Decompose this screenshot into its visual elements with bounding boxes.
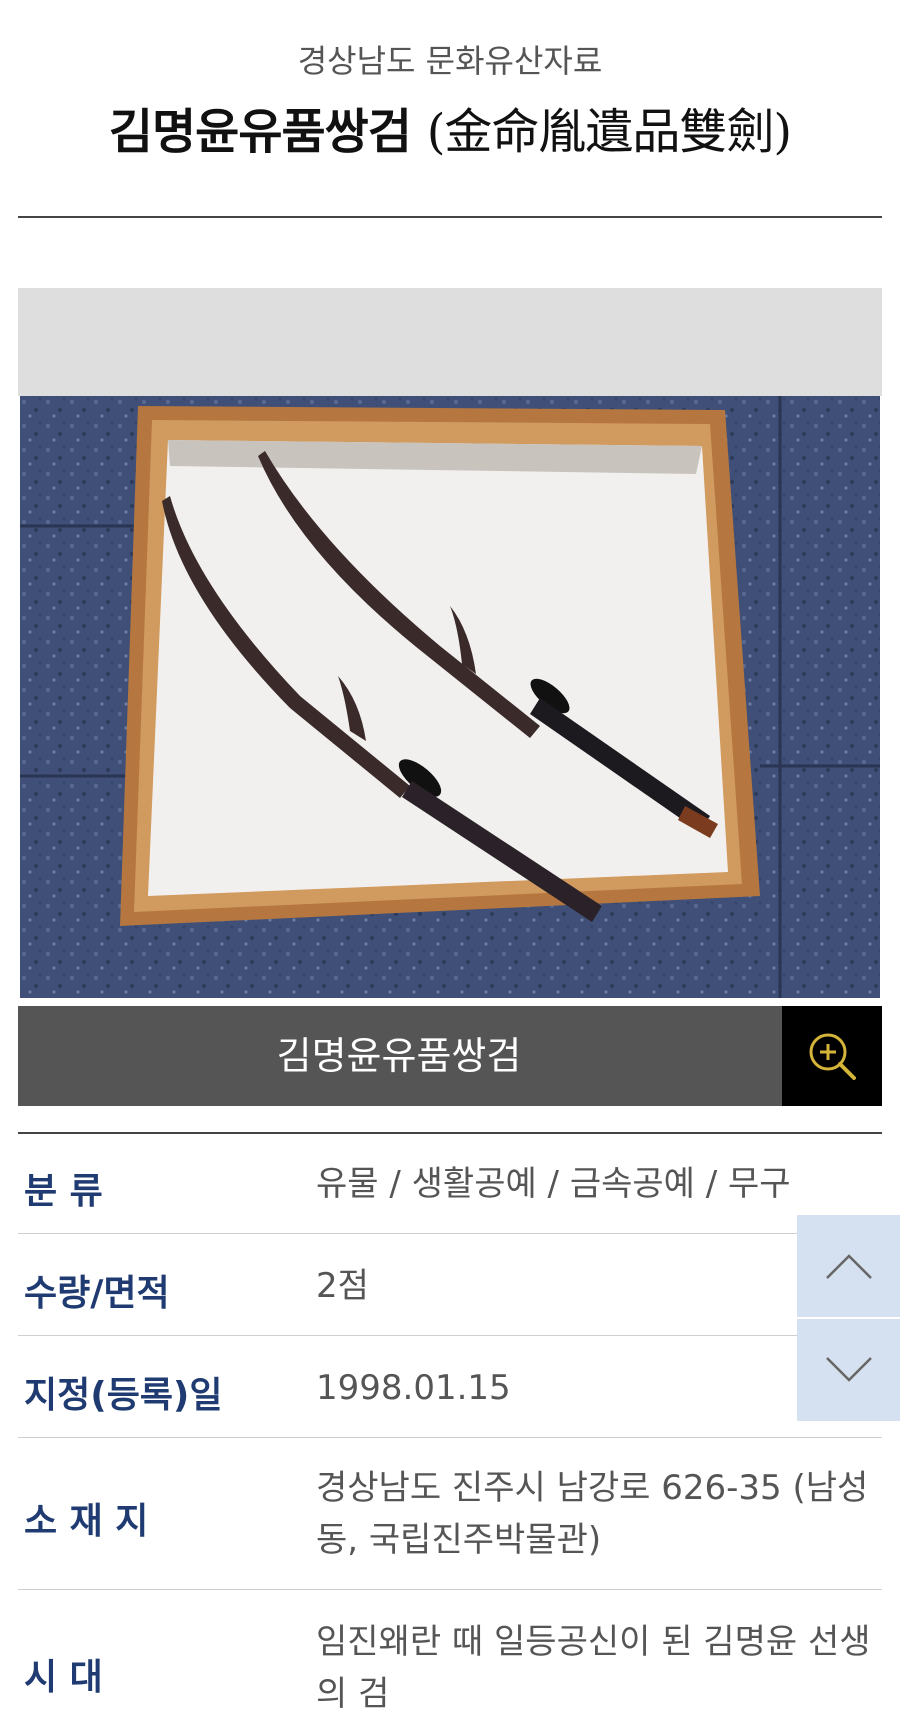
title-hanja: (金命胤遺品雙劍) (426, 104, 792, 160)
title-korean: 김명윤유품쌍검 (108, 104, 412, 160)
page-title: 김명윤유품쌍검 (金命胤遺品雙劍) (0, 92, 900, 162)
heritage-category: 경상남도 문화유산자료 (297, 42, 603, 80)
info-value: 임진왜란 때 일등공신이 된 김명윤 선생의 검 (316, 1622, 871, 1714)
image-caption: 김명윤유품쌍검 (276, 1034, 522, 1078)
info-row-designation-date: 지정(등록)일 1998.01.15 (18, 1336, 882, 1438)
scroll-up-button[interactable] (797, 1215, 900, 1317)
image-caption-bar: 김명윤유품쌍검 (18, 1006, 882, 1106)
zoom-button[interactable] (782, 1006, 882, 1106)
info-row-era: 시 대 임진왜란 때 일등공신이 된 김명윤 선생의 검 (18, 1590, 882, 1728)
chevron-up-icon (825, 1254, 872, 1279)
zoom-in-icon (809, 1033, 856, 1080)
artifact-photo[interactable] (20, 396, 880, 998)
scroll-down-button[interactable] (797, 1319, 900, 1421)
header-divider (18, 216, 882, 218)
info-label: 소 재 지 (24, 1501, 149, 1542)
info-label: 시 대 (24, 1657, 103, 1698)
info-value: 경상남도 진주시 남강로 626-35 (남성동, 국립진주박물관) (316, 1468, 869, 1560)
info-label: 지정(등록)일 (24, 1375, 223, 1416)
chevron-down-icon (825, 1357, 872, 1382)
info-label: 수량/면적 (24, 1273, 170, 1314)
info-label: 분 류 (24, 1171, 103, 1212)
info-row-quantity: 수량/면적 2점 (18, 1234, 882, 1336)
info-row-location: 소 재 지 경상남도 진주시 남강로 626-35 (남성동, 국립진주박물관) (18, 1438, 882, 1590)
info-value: 유물 / 생활공예 / 금속공예 / 무구 (316, 1164, 791, 1204)
info-value: 1998.01.15 (316, 1368, 511, 1408)
info-row-classification: 분 류 유물 / 생활공예 / 금속공예 / 무구 (18, 1134, 882, 1234)
image-top-bar (18, 288, 882, 396)
info-value: 2점 (316, 1266, 369, 1306)
